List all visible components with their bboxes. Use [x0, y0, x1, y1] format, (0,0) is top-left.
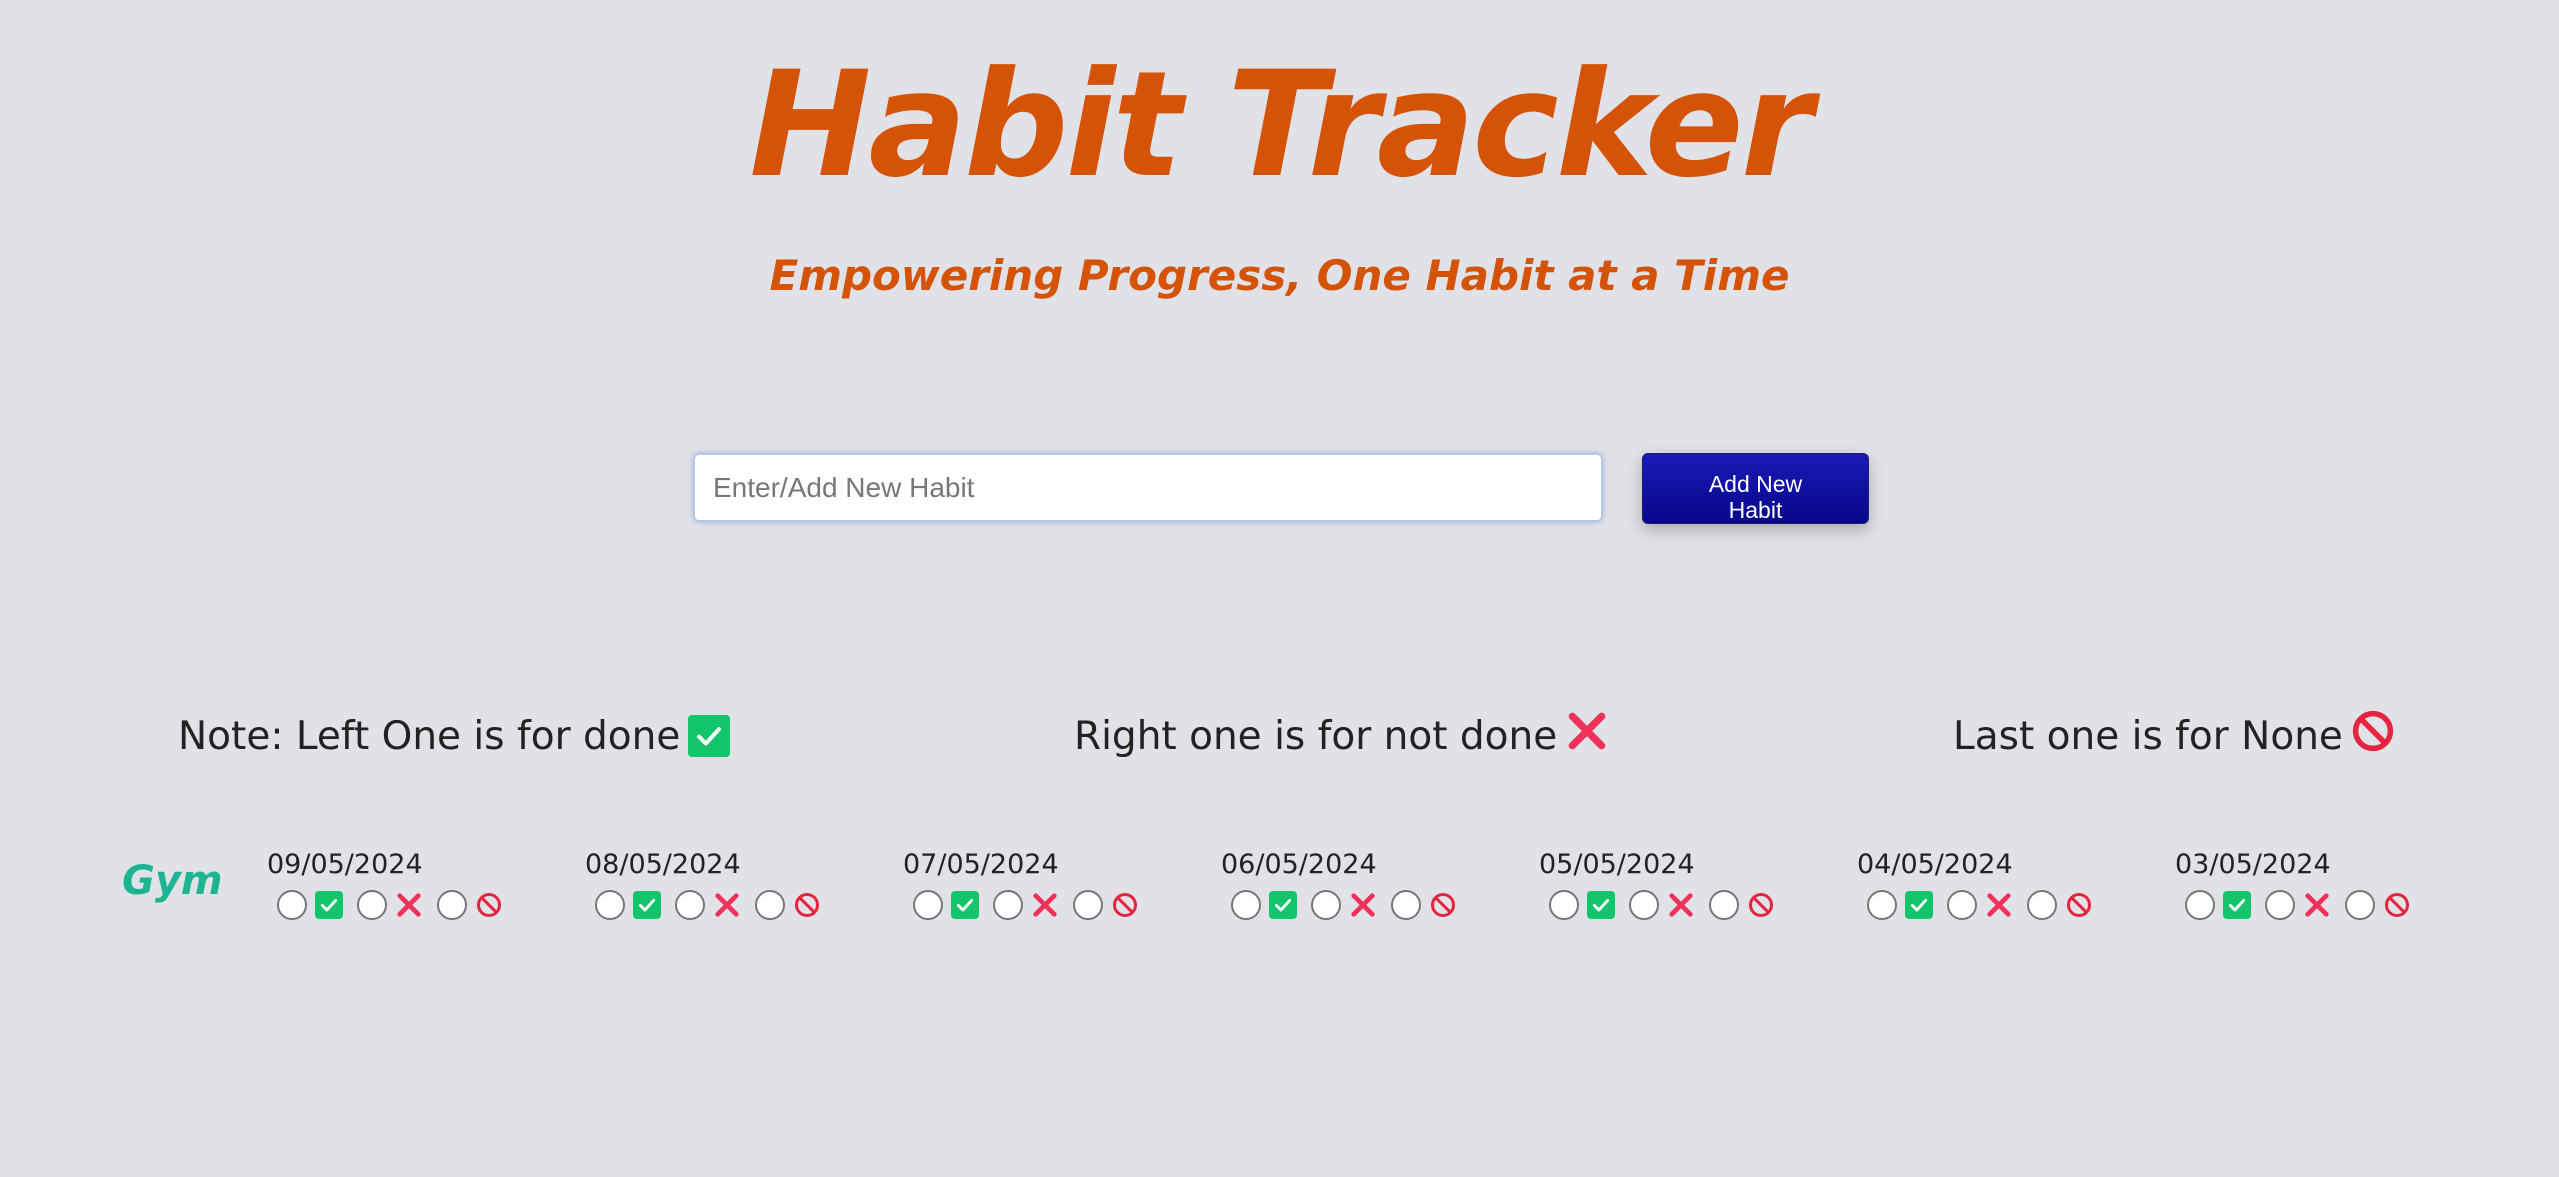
habit-day: 08/05/2024: [585, 848, 855, 920]
status-options: [595, 890, 855, 920]
habit-day-date: 09/05/2024: [267, 849, 423, 880]
habit-day-date: 04/05/2024: [1857, 849, 2013, 880]
habit-day-date: 07/05/2024: [903, 849, 1059, 880]
prohibited-icon: [1747, 891, 1775, 919]
prohibited-icon: [2351, 709, 2395, 763]
habit-day: 07/05/2024: [903, 848, 1173, 920]
none-radio[interactable]: [2027, 890, 2057, 920]
check-mark-icon: [1269, 891, 1297, 919]
check-mark-icon: [633, 891, 661, 919]
note-none: Last one is for None: [1953, 706, 2395, 766]
habit-day: 03/05/2024: [2175, 848, 2445, 920]
none-radio[interactable]: [755, 890, 785, 920]
check-mark-icon: [688, 715, 731, 757]
cross-mark-icon: [395, 891, 423, 919]
prohibited-icon: [475, 891, 503, 919]
done-radio[interactable]: [277, 890, 307, 920]
check-mark-icon: [315, 891, 343, 919]
not-done-radio[interactable]: [1629, 890, 1659, 920]
cross-mark-icon: [1565, 709, 1609, 763]
not-done-radio[interactable]: [675, 890, 705, 920]
habit-day: 06/05/2024: [1221, 848, 1491, 920]
note-not-done: Right one is for not done: [1074, 706, 1609, 766]
status-options: [1549, 890, 1809, 920]
check-mark-icon: [1905, 891, 1933, 919]
habit-day-date: 06/05/2024: [1221, 849, 1377, 880]
prohibited-icon: [2383, 891, 2411, 919]
note-done: Note: Left One is for done: [178, 706, 731, 766]
cross-mark-icon: [713, 891, 741, 919]
none-radio[interactable]: [1391, 890, 1421, 920]
new-habit-input[interactable]: [693, 453, 1603, 522]
done-radio[interactable]: [1549, 890, 1579, 920]
none-radio[interactable]: [1073, 890, 1103, 920]
prohibited-icon: [1429, 891, 1457, 919]
check-mark-icon: [2223, 891, 2251, 919]
done-radio[interactable]: [1231, 890, 1261, 920]
done-radio[interactable]: [2185, 890, 2215, 920]
habit-day-date: 05/05/2024: [1539, 849, 1695, 880]
cross-mark-icon: [1031, 891, 1059, 919]
none-radio[interactable]: [437, 890, 467, 920]
not-done-radio[interactable]: [357, 890, 387, 920]
not-done-radio[interactable]: [1311, 890, 1341, 920]
done-radio[interactable]: [913, 890, 943, 920]
none-radio[interactable]: [2345, 890, 2375, 920]
habit-day-date: 08/05/2024: [585, 849, 741, 880]
note-not-done-text: Right one is for not done: [1074, 713, 1558, 759]
status-options: [1231, 890, 1491, 920]
note-done-text: Note: Left One is for done: [178, 713, 681, 759]
check-mark-icon: [951, 891, 979, 919]
done-radio[interactable]: [595, 890, 625, 920]
page-title: Habit Tracker: [749, 40, 1812, 210]
not-done-radio[interactable]: [2265, 890, 2295, 920]
prohibited-icon: [1111, 891, 1139, 919]
status-options: [277, 890, 537, 920]
cross-mark-icon: [1349, 891, 1377, 919]
none-radio[interactable]: [1709, 890, 1739, 920]
status-options: [913, 890, 1173, 920]
prohibited-icon: [2065, 891, 2093, 919]
prohibited-icon: [793, 891, 821, 919]
add-new-habit-button[interactable]: Add New Habit: [1642, 453, 1869, 524]
not-done-radio[interactable]: [993, 890, 1023, 920]
status-options: [2185, 890, 2445, 920]
habit-day: 09/05/2024: [267, 848, 537, 920]
habit-name: Gym: [122, 858, 223, 904]
note-none-text: Last one is for None: [1953, 713, 2343, 759]
check-mark-icon: [1587, 891, 1615, 919]
habit-day: 05/05/2024: [1539, 848, 1809, 920]
cross-mark-icon: [1667, 891, 1695, 919]
cross-mark-icon: [1985, 891, 2013, 919]
habit-day: 04/05/2024: [1857, 848, 2127, 920]
habit-day-date: 03/05/2024: [2175, 849, 2331, 880]
done-radio[interactable]: [1867, 890, 1897, 920]
page-subtitle: Empowering Progress, One Habit at a Time: [769, 251, 1790, 300]
cross-mark-icon: [2303, 891, 2331, 919]
status-options: [1867, 890, 2127, 920]
habit-tracker-page: Habit Tracker Empowering Progress, One H…: [0, 0, 2559, 1177]
not-done-radio[interactable]: [1947, 890, 1977, 920]
